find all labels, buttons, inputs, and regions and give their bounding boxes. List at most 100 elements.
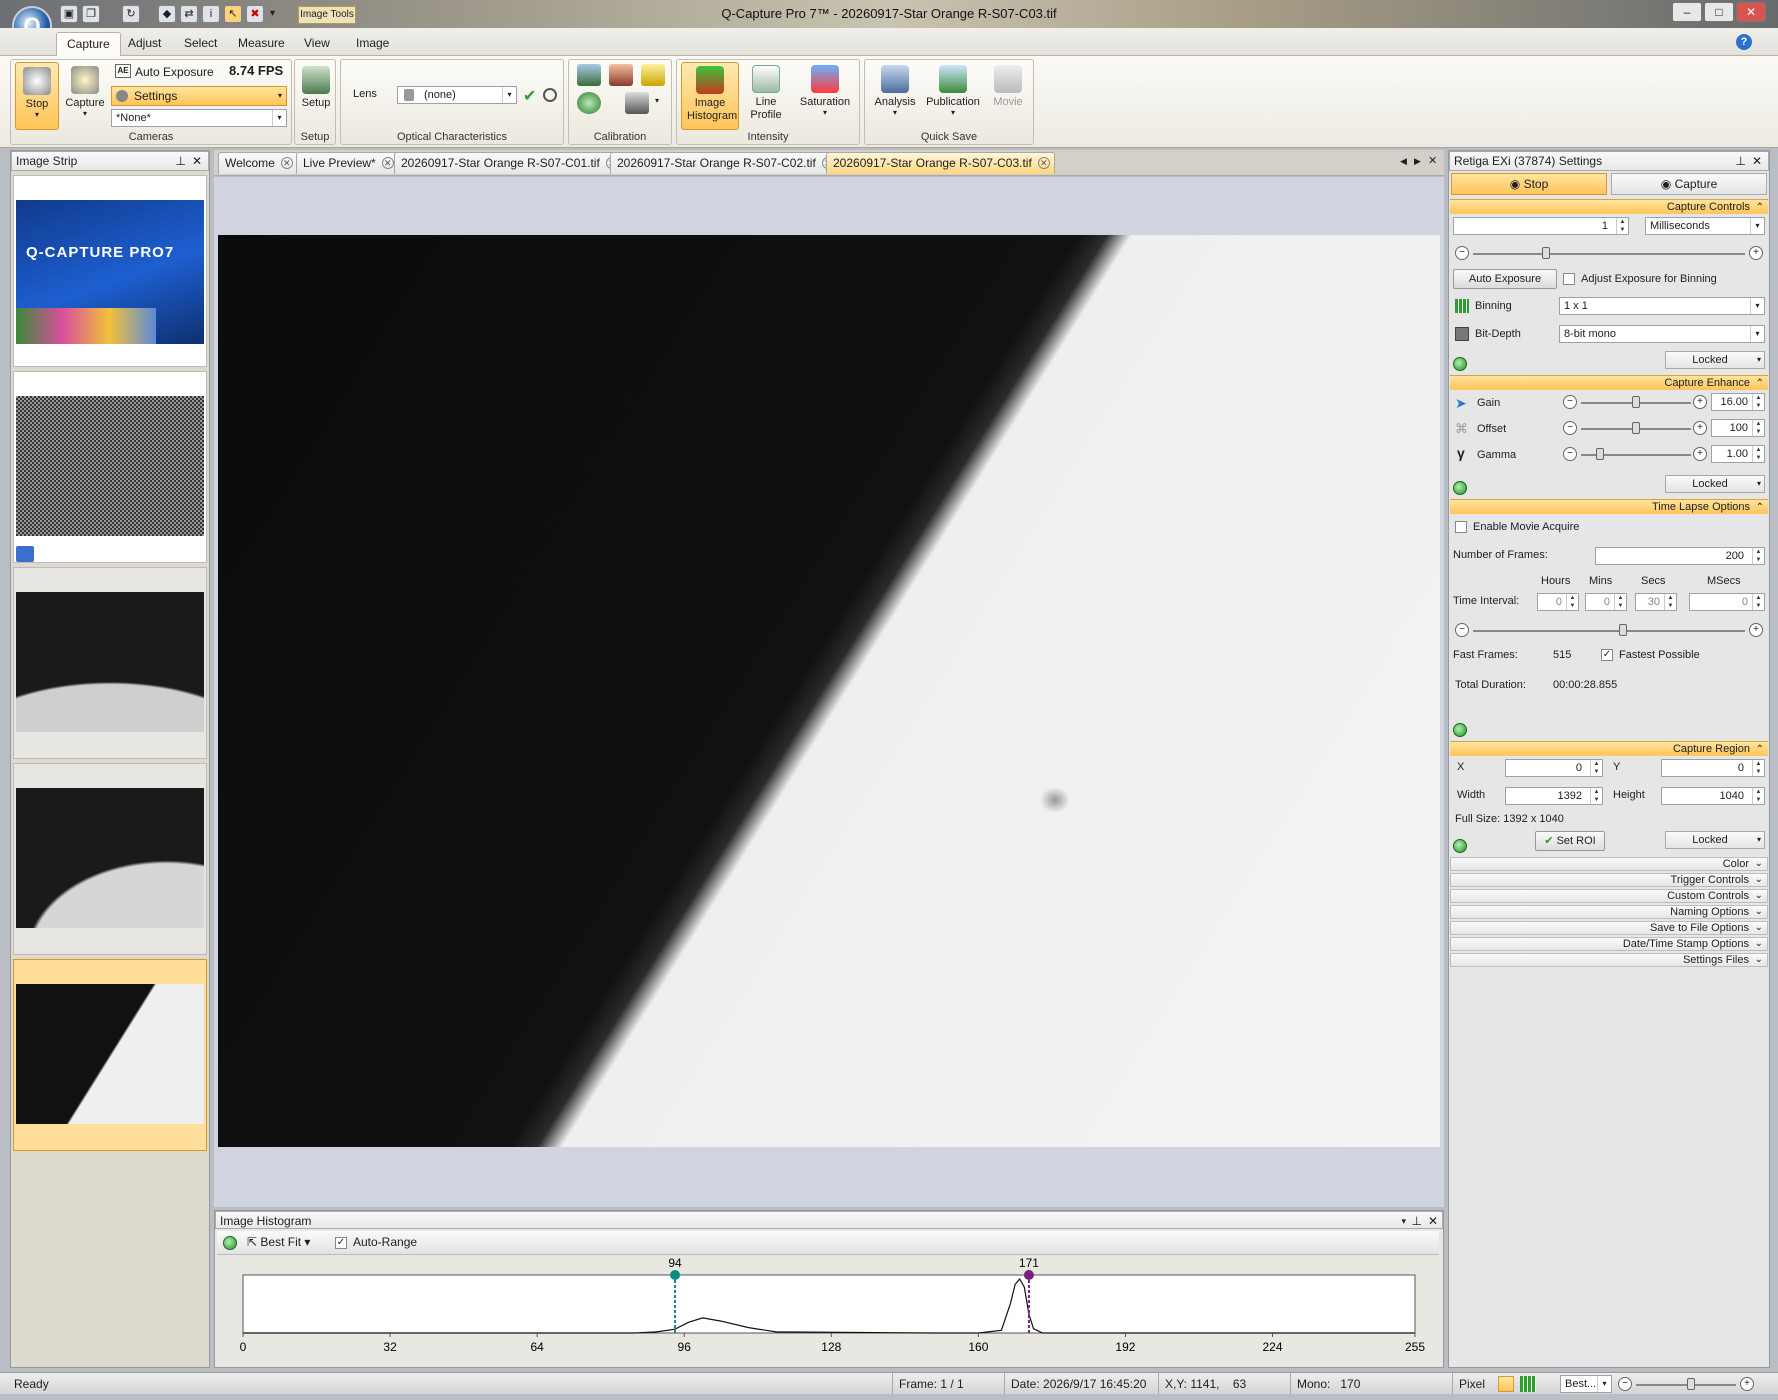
gain-input[interactable]: 16.00 ▲ ▼ xyxy=(1711,393,1765,411)
grid-view-icon[interactable] xyxy=(1520,1376,1536,1392)
capture-region-header[interactable]: Capture Region ⌃ xyxy=(1450,741,1768,756)
set-roi-button[interactable]: ✔ Set ROI xyxy=(1535,831,1605,851)
histogram-menu-icon[interactable]: ▾ xyxy=(1401,1212,1406,1230)
thumbnail-c01[interactable] xyxy=(13,567,207,759)
gamma-decrease-icon[interactable]: − xyxy=(1563,447,1577,461)
panel-capture-button[interactable]: ◉ Capture xyxy=(1611,173,1767,195)
exposure-slider-track[interactable] xyxy=(1473,253,1745,255)
roi-width-input[interactable]: 1392 ▲ ▼ xyxy=(1505,787,1603,805)
pointer-icon[interactable]: ↖ xyxy=(224,5,242,23)
histogram-pin-icon[interactable]: ⊥ xyxy=(1412,1212,1422,1230)
redo-icon[interactable]: ↻ xyxy=(122,5,140,23)
tab-capture[interactable]: Capture xyxy=(56,32,121,56)
close-window-icon[interactable]: ✕ xyxy=(1736,2,1766,22)
gamma-input[interactable]: 1.00 ▲ ▼ xyxy=(1711,445,1765,463)
gain-increase-icon[interactable]: + xyxy=(1693,395,1707,409)
stop-button[interactable]: Stop ▾ xyxy=(15,62,59,130)
offset-decrease-icon[interactable]: − xyxy=(1563,421,1577,435)
auto-exposure-button[interactable]: Auto Exposure xyxy=(135,65,214,79)
qat-more-icon[interactable]: ▾ xyxy=(270,8,275,19)
white-point-handle[interactable] xyxy=(1023,1270,1034,1280)
offset-slider-thumb[interactable] xyxy=(1632,422,1640,434)
tab-select[interactable]: Select xyxy=(174,32,227,56)
panel-stop-button[interactable]: ◉ Stop xyxy=(1451,173,1607,195)
preset-dropdown[interactable]: *None* ▾ xyxy=(111,109,287,127)
close-images-icon[interactable]: ✖ xyxy=(246,5,264,23)
zoom-out-icon[interactable]: − xyxy=(1618,1377,1632,1391)
calibrate-icon[interactable] xyxy=(577,64,601,86)
interval-mins-input[interactable]: 0 ▲ ▼ xyxy=(1585,593,1627,611)
pin-icon[interactable]: ⊥ xyxy=(176,152,186,170)
histogram-refresh-icon[interactable] xyxy=(223,1236,237,1250)
tab-scroll-left-icon[interactable]: ◀ xyxy=(1400,156,1407,167)
adjust-binning-checkbox[interactable] xyxy=(1563,273,1575,285)
settings-pin-icon[interactable]: ⊥ xyxy=(1736,152,1746,170)
interval-secs-input[interactable]: 30 ▲ ▼ xyxy=(1635,593,1677,611)
fit-view-icon[interactable] xyxy=(1498,1376,1514,1392)
interval-msecs-input[interactable]: 0 ▲ ▼ xyxy=(1689,593,1765,611)
gain-decrease-icon[interactable]: − xyxy=(1563,395,1577,409)
gamma-increase-icon[interactable]: + xyxy=(1693,447,1707,461)
capture-enhance-header[interactable]: Capture Enhance ⌃ xyxy=(1450,375,1768,390)
refresh-calibration-icon[interactable] xyxy=(577,92,601,114)
frames-input[interactable]: 200 ▲ ▼ xyxy=(1595,547,1765,565)
capture-region-locked-dropdown[interactable]: Locked ▾ xyxy=(1665,831,1765,849)
capture-enhance-reset-icon[interactable] xyxy=(1453,481,1467,495)
roi-x-input[interactable]: 0 ▲ ▼ xyxy=(1505,759,1603,777)
exposure-slider-thumb[interactable] xyxy=(1542,247,1551,259)
roi-height-input[interactable]: 1040 ▲ ▼ xyxy=(1661,787,1765,805)
date-time-stamp-section[interactable]: Date/Time Stamp Options ⌄ xyxy=(1450,937,1768,951)
bit-depth-dropdown[interactable]: 8-bit mono ▾ xyxy=(1559,325,1765,343)
doc-tab-c01[interactable]: 20260917-Star Orange R-S07-C01.tif✕ xyxy=(394,152,623,174)
auto-range-checkbox[interactable]: ✓ xyxy=(335,1237,347,1249)
capture-controls-header[interactable]: Capture Controls ⌃ xyxy=(1450,199,1768,214)
help-icon[interactable]: ? xyxy=(1736,34,1752,50)
doc-tab-c03[interactable]: 20260917-Star Orange R-S07-C03.tif ✕ xyxy=(826,152,1055,174)
new-window-icon[interactable]: ▣ xyxy=(60,5,78,23)
tab-image[interactable]: Image xyxy=(346,32,399,56)
status-pixel[interactable]: Pixel xyxy=(1452,1373,1496,1395)
capture-button[interactable]: Capture ▾ xyxy=(63,62,107,130)
lens-settings-icon[interactable] xyxy=(543,88,557,102)
image-viewport[interactable] xyxy=(214,177,1444,1207)
close-icon[interactable]: ✕ xyxy=(192,152,202,170)
histogram-close-icon[interactable]: ✕ xyxy=(1428,1212,1438,1230)
exposure-unit-dropdown[interactable]: Milliseconds ▾ xyxy=(1645,217,1765,235)
doc-tab-live-preview[interactable]: Live Preview* ✕ xyxy=(296,152,399,174)
interval-increase-icon[interactable]: + xyxy=(1749,623,1763,637)
thumbnail-c02[interactable] xyxy=(13,763,207,955)
flip-icon[interactable]: ⇄ xyxy=(180,5,198,23)
tab-view[interactable]: View xyxy=(294,32,340,56)
interval-slider-track[interactable] xyxy=(1473,630,1745,632)
capture-enhance-locked-dropdown[interactable]: Locked ▾ xyxy=(1665,475,1765,493)
gamma-slider-thumb[interactable] xyxy=(1595,448,1604,460)
saturation-button[interactable]: Saturation ▾ xyxy=(793,62,857,117)
info-icon[interactable]: i xyxy=(202,5,220,23)
interval-decrease-icon[interactable]: − xyxy=(1455,623,1469,637)
close-doc-icon[interactable]: ✕ xyxy=(1428,154,1437,167)
doc-tab-c02[interactable]: 20260917-Star Orange R-S07-C02.tif✕ xyxy=(610,152,839,174)
time-lapse-header[interactable]: Time Lapse Options ⌃ xyxy=(1450,499,1768,514)
thumbnail-welcome[interactable]: Q-CAPTURE PRO7 xyxy=(13,175,207,367)
capture-region-reset-icon[interactable] xyxy=(1453,839,1467,853)
zoom-slider-thumb[interactable] xyxy=(1687,1378,1695,1390)
thumbnail-c03[interactable] xyxy=(13,959,207,1151)
histogram-chart[interactable]: 0 32 64 96 128 160 192 224 255 94 171 xyxy=(215,1257,1443,1367)
captured-image[interactable] xyxy=(218,235,1440,1147)
calibration-more-icon[interactable]: ▾ xyxy=(655,96,659,105)
settings-close-icon[interactable]: ✕ xyxy=(1752,152,1762,170)
interval-hours-input[interactable]: 0 ▲ ▼ xyxy=(1537,593,1579,611)
thumbnail-live-preview[interactable] xyxy=(13,371,207,563)
analysis-button[interactable]: Analysis ▾ xyxy=(869,62,921,117)
zoom-dropdown[interactable]: Best... ▾ xyxy=(1560,1375,1612,1393)
exposure-input[interactable]: 1 ▲ ▼ xyxy=(1453,217,1629,235)
tab-scroll-right-icon[interactable]: ▶ xyxy=(1414,156,1421,167)
auto-exposure-panel-button[interactable]: Auto Exposure xyxy=(1453,269,1557,289)
capture-controls-locked-dropdown[interactable]: Locked ▾ xyxy=(1665,351,1765,369)
offset-input[interactable]: 100 ▲ ▼ xyxy=(1711,419,1765,437)
lens-dropdown[interactable]: (none) ▾ xyxy=(397,86,517,104)
enable-movie-checkbox[interactable] xyxy=(1455,521,1467,533)
tab-measure[interactable]: Measure xyxy=(228,32,295,56)
trigger-controls-section[interactable]: Trigger Controls ⌄ xyxy=(1450,873,1768,887)
settings-dropdown[interactable]: Settings ▾ xyxy=(111,86,287,106)
